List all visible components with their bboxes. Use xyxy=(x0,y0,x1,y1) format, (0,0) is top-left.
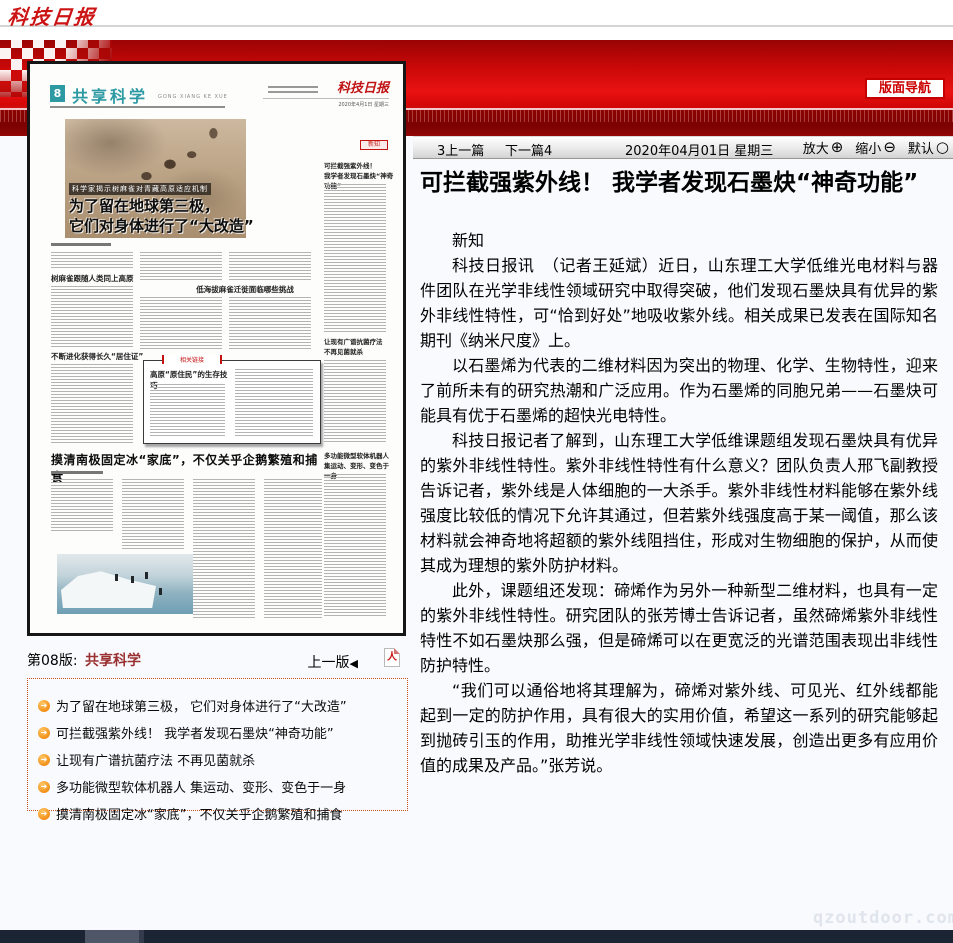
thumb-contact-line xyxy=(268,91,318,93)
newspaper-page-thumbnail[interactable]: 8 共享科学 GONG XIANG KE XUE 科技日报 2020年4月1日 … xyxy=(27,61,406,636)
text-placeholder xyxy=(193,479,255,619)
prev-article-button[interactable]: 3上一篇 xyxy=(437,140,484,159)
article-paragraph: 科技日报讯 （记者王延斌）近日，山东理工大学低维光电材料与器件团队在光学非线性领… xyxy=(420,253,938,353)
prev-edition-arrow-icon: ◀ xyxy=(350,657,358,670)
article-link: 可拦截强紫外线！ 我学者发现石墨炔“神奇功能” xyxy=(56,723,334,742)
thumb-section-pinyin: GONG XIANG KE XUE xyxy=(158,94,228,100)
zoom-out-button[interactable]: 缩小 ⊖ xyxy=(855,138,896,157)
text-placeholder xyxy=(324,184,386,332)
thumb-byline xyxy=(51,243,111,246)
text-placeholder xyxy=(324,474,386,618)
default-size-icon: ○ xyxy=(936,140,949,155)
bottom-bar-segment xyxy=(139,930,144,943)
article-link: 让现有广谱抗菌疗法 不再见菌就杀 xyxy=(56,750,255,769)
article-paragraph: 以石墨烯为代表的二维材料因为突出的物理、化学、生物特性，迎来了前所未有的研究热潮… xyxy=(420,353,938,428)
zoom-in-label: 放大 xyxy=(803,138,829,157)
thumb-subheading-2: 低海拔麻雀迁徙面临哪些挑战 xyxy=(170,284,320,295)
article-link: 为了留在地球第三极， 它们对身体进行了“大改造” xyxy=(56,696,347,715)
thumb-contact-line xyxy=(268,86,318,88)
zoom-in-icon: ⊕ xyxy=(831,140,844,155)
default-size-button[interactable]: 默认 ○ xyxy=(908,138,949,157)
default-size-label: 默认 xyxy=(908,138,934,157)
thumb-masthead-logo: 科技日报 xyxy=(337,77,389,96)
penguins-photo xyxy=(57,554,193,614)
article-paragraph: 此外，课题组还发现：碲烯作为另外一种新型二维材料，也具有一定的紫外非线性特性。研… xyxy=(420,578,938,678)
text-placeholder xyxy=(51,252,133,270)
thumb-right-heading-2: 让现有广谱抗菌疗法 xyxy=(324,336,390,346)
edition-label: 第08版: xyxy=(27,650,78,670)
text-placeholder xyxy=(51,479,113,531)
thumb-right-heading-1: 可拦截强紫外线！ xyxy=(324,160,390,170)
list-arrow-icon: ➜ xyxy=(38,754,50,766)
text-placeholder xyxy=(235,369,313,436)
text-placeholder xyxy=(51,364,133,444)
article-list-box: ➜ 为了留在地球第三极， 它们对身体进行了“大改造” ➜ 可拦截强紫外线！ 我学… xyxy=(27,678,408,811)
thumb-main-headline-line1: 为了留在地球第三极， xyxy=(69,195,219,216)
article-list-item[interactable]: ➜ 多功能微型软体机器人 集运动、变形、变色于一身 xyxy=(38,773,407,800)
thumb-related-tag: 相关链接 xyxy=(162,355,222,364)
list-arrow-icon: ➜ xyxy=(38,727,50,739)
article-paragraph: 科技日报记者了解到，山东理工大学低维课题组发现石墨炔具有优异的紫外非线性特性。紫… xyxy=(420,428,938,578)
list-arrow-icon: ➜ xyxy=(38,781,50,793)
text-placeholder xyxy=(229,297,311,349)
thumb-byline xyxy=(51,471,103,474)
thumb-right-tag: 新知 xyxy=(360,140,388,150)
top-header: 科技日报 xyxy=(0,0,953,27)
bottom-bar-segment xyxy=(85,930,139,943)
text-placeholder xyxy=(324,360,386,442)
zoom-out-icon: ⊖ xyxy=(883,140,896,155)
thumb-right-heading-2: 不再见菌就杀 xyxy=(324,346,390,356)
thumb-page-number: 8 xyxy=(50,85,65,102)
thumb-main-headline-line2: 它们对身体进行了“大改造” xyxy=(69,215,254,236)
zoom-out-label: 缩小 xyxy=(855,138,881,157)
zoom-in-button[interactable]: 放大 ⊕ xyxy=(803,138,844,157)
prev-edition-label: 上一版 xyxy=(308,655,350,671)
text-placeholder xyxy=(122,479,184,549)
page-navigation-button[interactable]: 版面导航 xyxy=(865,78,945,99)
edition-name-link[interactable]: 共享科学 xyxy=(85,650,141,670)
text-placeholder xyxy=(150,384,225,436)
article-toolbar: 3上一篇 下一篇4 2020年04月01日 星期三 放大 ⊕ 缩小 ⊖ 默认 ○ xyxy=(413,136,953,159)
article-list-item[interactable]: ➜ 可拦截强紫外线！ 我学者发现石墨炔“神奇功能” xyxy=(38,719,407,746)
bottom-bar xyxy=(0,930,953,943)
prev-edition-link[interactable]: 上一版◀ xyxy=(308,652,358,672)
article-list-item[interactable]: ➜ 让现有广谱抗菌疗法 不再见菌就杀 xyxy=(38,746,407,773)
article-paragraph: “我们可以通俗地将其理解为，碲烯对紫外线、可见光、红外线都能起到一定的防护作用，… xyxy=(420,678,938,778)
watermark: qzoutdoor.com xyxy=(813,908,953,928)
edition-info-row: 第08版: 共享科学 上一版◀ 人 xyxy=(27,648,410,672)
text-placeholder xyxy=(140,297,222,349)
text-placeholder xyxy=(229,252,311,280)
thumb-masthead-date: 2020年4月1日 星期三 xyxy=(263,98,389,108)
article-link: 多功能微型软体机器人 集运动、变形、变色于一身 xyxy=(56,777,346,796)
thumb-right-heading-3: 多功能微型软体机器人 xyxy=(324,450,390,460)
article-body: 可拦截强紫外线！ 我学者发现石墨炔“神奇功能” 新知 科技日报讯 （记者王延斌）… xyxy=(420,170,938,778)
list-arrow-icon: ➜ xyxy=(38,808,50,820)
text-placeholder xyxy=(264,479,322,619)
thumb-masthead-rule xyxy=(50,106,225,108)
site-logo[interactable]: 科技日报 xyxy=(6,1,97,30)
article-list-item[interactable]: ➜ 为了留在地球第三极， 它们对身体进行了“大改造” xyxy=(38,692,407,719)
text-placeholder xyxy=(140,252,222,280)
thumb-subheading-1: 树麻雀跟随人类同上高原 xyxy=(51,273,143,284)
toolbar-date: 2020年04月01日 星期三 xyxy=(625,140,773,159)
article-title: 可拦截强紫外线！ 我学者发现石墨炔“神奇功能” xyxy=(420,170,938,197)
article-tag: 新知 xyxy=(420,228,938,253)
next-article-button[interactable]: 下一篇4 xyxy=(505,140,552,159)
list-arrow-icon: ➜ xyxy=(38,700,50,712)
pdf-icon[interactable]: 人 xyxy=(384,648,400,667)
text-placeholder xyxy=(51,286,133,348)
thumb-subheading-3: 不断进化获得长久“居住证” xyxy=(51,351,151,362)
thumb-kicker: 科学家揭示树麻雀对青藏高原适应机制 xyxy=(69,183,211,195)
article-list-item[interactable]: ➜ 摸清南极固定冰“家底”，不仅关乎企鹅繁殖和捕食 xyxy=(38,800,407,827)
thumb-section-title: 共享科学 xyxy=(72,83,148,107)
article-link: 摸清南极固定冰“家底”，不仅关乎企鹅繁殖和捕食 xyxy=(56,804,342,823)
